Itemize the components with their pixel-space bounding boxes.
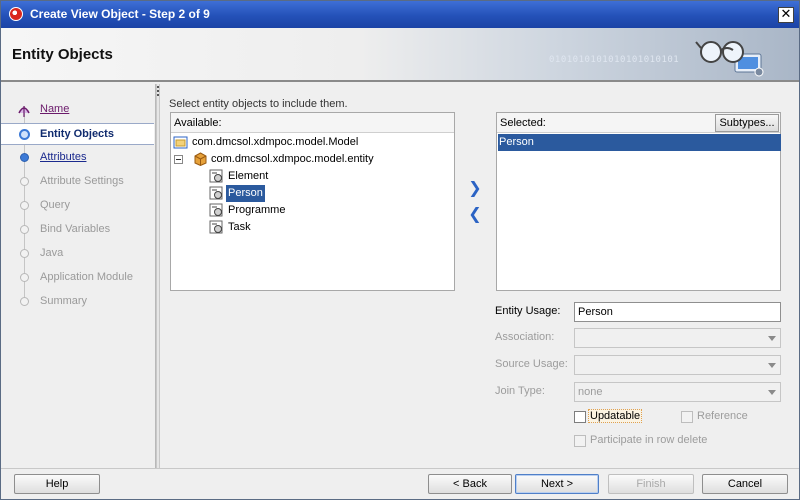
nav-step-label: Attribute Settings xyxy=(40,175,124,187)
dialog-window: Create View Object - Step 2 of 9 ✕ Entit… xyxy=(0,0,800,500)
nav-step-label: Name xyxy=(40,103,70,115)
nav-step-query: Query xyxy=(1,195,154,217)
cancel-button[interactable]: Cancel xyxy=(702,474,788,494)
step-dot-icon xyxy=(20,153,29,162)
step-dot-icon xyxy=(20,225,29,234)
step-dot-icon xyxy=(20,177,29,186)
join-type-select: none xyxy=(574,382,781,402)
step-dot-icon xyxy=(20,273,29,282)
tree-node-label: Element xyxy=(228,170,269,182)
instruction-text: Select entity objects to include them. xyxy=(169,98,348,110)
current-step-icon xyxy=(19,129,30,140)
selected-header: Selected: Subtypes... xyxy=(497,113,780,133)
help-button[interactable]: Help xyxy=(14,474,100,494)
next-button[interactable]: Next > xyxy=(515,474,599,494)
tree-node-entity-package[interactable]: com.dmcsol.xdmpoc.model.entity xyxy=(173,151,453,168)
splitter-handle[interactable] xyxy=(156,84,160,468)
nav-step-label: Application Module xyxy=(40,271,133,283)
wizard-steps-panel: Name Entity Objects Attributes Attribute… xyxy=(1,84,156,468)
association-select xyxy=(574,328,781,348)
splitter-grip xyxy=(157,94,159,96)
back-button[interactable]: < Back xyxy=(428,474,512,494)
entity-usage-label: Entity Usage: xyxy=(495,305,561,317)
step-title: Entity Objects xyxy=(12,46,113,63)
step-dot-icon xyxy=(20,201,29,210)
participate-label: Participate in row delete xyxy=(590,434,708,446)
title-bar[interactable]: Create View Object - Step 2 of 9 ✕ xyxy=(1,1,799,28)
available-list[interactable]: Available: com.dmcsol.xdmpoc.model.Model… xyxy=(170,112,455,291)
selected-item-person[interactable]: Person xyxy=(498,134,781,151)
reference-checkbox xyxy=(681,411,693,423)
move-left-icon[interactable]: ❮ xyxy=(468,206,482,222)
package-folder-icon xyxy=(173,136,188,149)
tree-node-label: com.dmcsol.xdmpoc.model.Model xyxy=(192,136,359,148)
entity-icon xyxy=(209,169,223,183)
nav-step-label: Bind Variables xyxy=(40,223,111,235)
tree-node-task[interactable]: Task xyxy=(209,219,449,236)
nav-step-bind-variables: Bind Variables xyxy=(1,219,154,241)
tree-node-label: Programme xyxy=(228,204,286,216)
entity-icon xyxy=(209,220,223,234)
nav-step-attribute-settings: Attribute Settings xyxy=(1,171,154,193)
tree-node-element[interactable]: Element xyxy=(209,168,449,185)
visited-step-icon xyxy=(18,106,30,117)
oracle-app-icon xyxy=(9,7,23,21)
available-label: Available: xyxy=(174,117,222,129)
participate-checkbox xyxy=(574,435,586,447)
entity-icon xyxy=(209,186,223,200)
move-right-icon[interactable]: ❯ xyxy=(468,180,482,196)
package-icon xyxy=(194,152,207,166)
tree-node-person[interactable]: Person xyxy=(209,185,449,202)
nav-step-java: Java xyxy=(1,243,154,265)
nav-step-label: Java xyxy=(40,247,64,259)
step-header: Entity Objects 0101010101010101010101 xyxy=(1,28,799,82)
chevron-down-icon xyxy=(768,363,776,368)
tree-node-label: com.dmcsol.xdmpoc.model.entity xyxy=(211,153,374,165)
source-usage-select xyxy=(574,355,781,375)
entity-icon xyxy=(209,203,223,217)
button-bar: Help < Back Next > Finish Cancel xyxy=(1,468,799,499)
join-type-value: none xyxy=(578,386,603,398)
tree-node-label: Person xyxy=(226,185,265,202)
nav-step-label: Query xyxy=(40,199,70,211)
subtypes-button[interactable]: Subtypes... xyxy=(715,114,779,132)
updatable-label[interactable]: Updatable xyxy=(587,409,643,423)
nav-step-entity-objects[interactable]: Entity Objects xyxy=(1,123,154,145)
step-dot-icon xyxy=(20,249,29,258)
window-title: Create View Object - Step 2 of 9 xyxy=(30,7,210,21)
splitter-grip xyxy=(157,90,159,92)
nav-step-label: Entity Objects xyxy=(40,128,114,140)
nav-step-label: Summary xyxy=(40,295,88,307)
splitter-grip xyxy=(157,86,159,88)
chevron-down-icon xyxy=(768,390,776,395)
entity-usage-input[interactable]: Person xyxy=(574,302,781,322)
nav-step-application-module: Application Module xyxy=(1,267,154,289)
glasses-monitor-icon xyxy=(695,41,764,77)
nav-step-summary: Summary xyxy=(1,291,154,313)
nav-step-name[interactable]: Name xyxy=(1,99,154,121)
association-label: Association: xyxy=(495,331,555,343)
chevron-down-icon xyxy=(768,336,776,341)
nav-step-label: Attributes xyxy=(40,151,87,163)
close-icon[interactable]: ✕ xyxy=(778,7,794,23)
collapse-icon[interactable] xyxy=(174,152,184,166)
selected-list[interactable]: Selected: Subtypes... Person xyxy=(496,112,781,291)
tree-node-model-package[interactable]: com.dmcsol.xdmpoc.model.Model xyxy=(173,134,453,151)
source-usage-label: Source Usage: xyxy=(495,358,568,370)
reference-label: Reference xyxy=(697,410,748,422)
available-header: Available: xyxy=(171,113,454,133)
finish-button: Finish xyxy=(608,474,694,494)
tree-node-label: Task xyxy=(228,221,251,233)
step-dot-icon xyxy=(20,297,29,306)
binary-decoration: 0101010101010101010101 xyxy=(549,55,680,65)
selected-label: Selected: xyxy=(500,117,546,129)
nav-step-attributes[interactable]: Attributes xyxy=(1,147,154,169)
join-type-label: Join Type: xyxy=(495,385,545,397)
updatable-checkbox[interactable] xyxy=(574,411,586,423)
tree-node-programme[interactable]: Programme xyxy=(209,202,449,219)
